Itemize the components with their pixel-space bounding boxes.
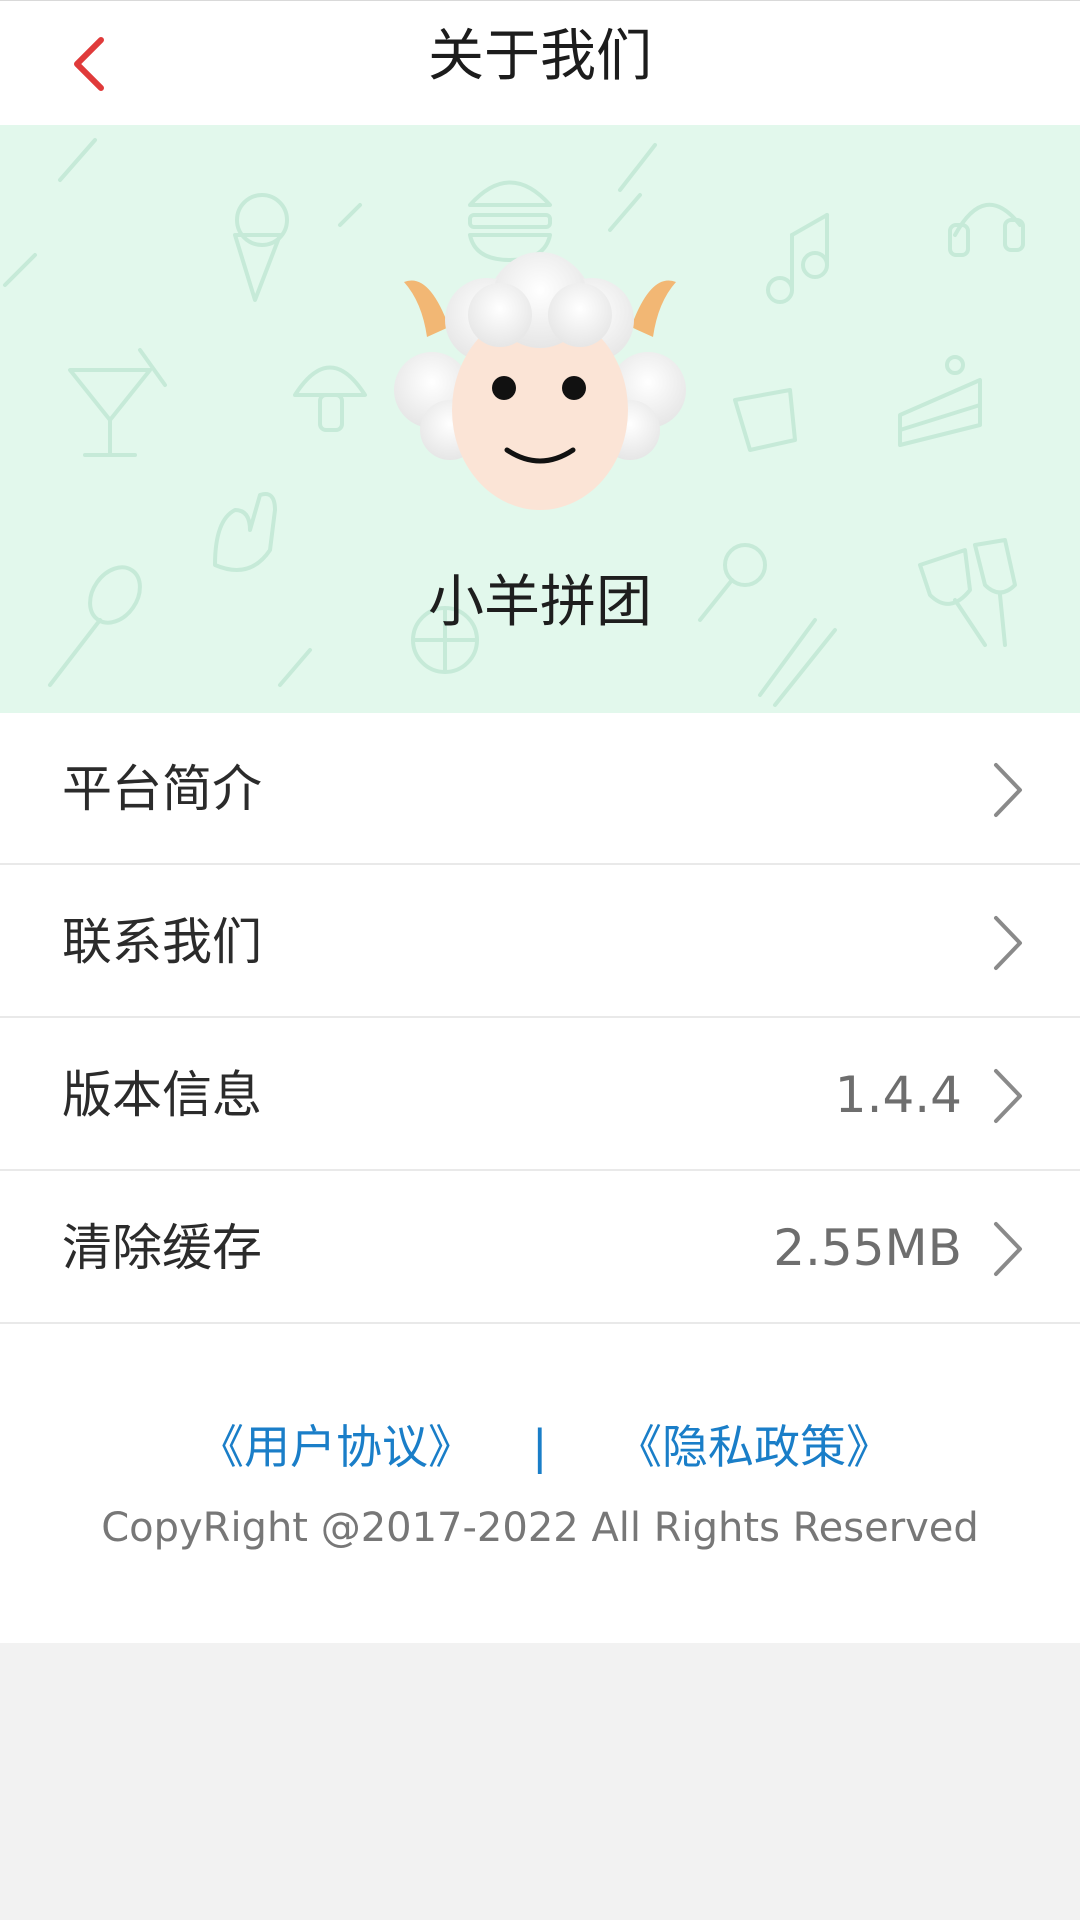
- cache-size: 2.55MB: [773, 1219, 962, 1277]
- page-title: 关于我们: [428, 24, 652, 89]
- sheep-logo-icon: [394, 252, 686, 510]
- menu-item-clear-cache[interactable]: 清除缓存 2.55MB: [0, 1172, 1080, 1324]
- app-name: 小羊拼团: [428, 570, 652, 635]
- menu-item-label: 清除缓存: [62, 1219, 262, 1277]
- link-separator: |: [532, 1420, 548, 1474]
- menu-item-contact-us[interactable]: 联系我们: [0, 866, 1080, 1018]
- chevron-right-icon: [994, 916, 1022, 970]
- menu-item-version-info[interactable]: 版本信息 1.4.4: [0, 1019, 1080, 1171]
- about-banner: 小羊拼团: [0, 125, 1080, 713]
- menu-item-label: 平台简介: [62, 760, 262, 818]
- chevron-right-icon: [994, 763, 1022, 817]
- menu-item-platform-intro[interactable]: 平台简介: [0, 713, 1080, 865]
- user-agreement-link[interactable]: 《用户协议》: [198, 1412, 474, 1482]
- legal-links: 《用户协议》 | 《隐私政策》: [0, 1412, 1080, 1482]
- chevron-right-icon: [994, 1069, 1022, 1123]
- chevron-right-icon: [994, 1222, 1022, 1276]
- copyright-text: CopyRight @2017-2022 All Rights Reserved: [101, 1505, 979, 1551]
- privacy-policy-link[interactable]: 《隐私政策》: [616, 1412, 892, 1482]
- version-number: 1.4.4: [834, 1066, 962, 1124]
- menu-item-label: 版本信息: [62, 1066, 262, 1124]
- menu-item-label: 联系我们: [62, 913, 262, 971]
- top-bar: 关于我们: [0, 0, 1080, 125]
